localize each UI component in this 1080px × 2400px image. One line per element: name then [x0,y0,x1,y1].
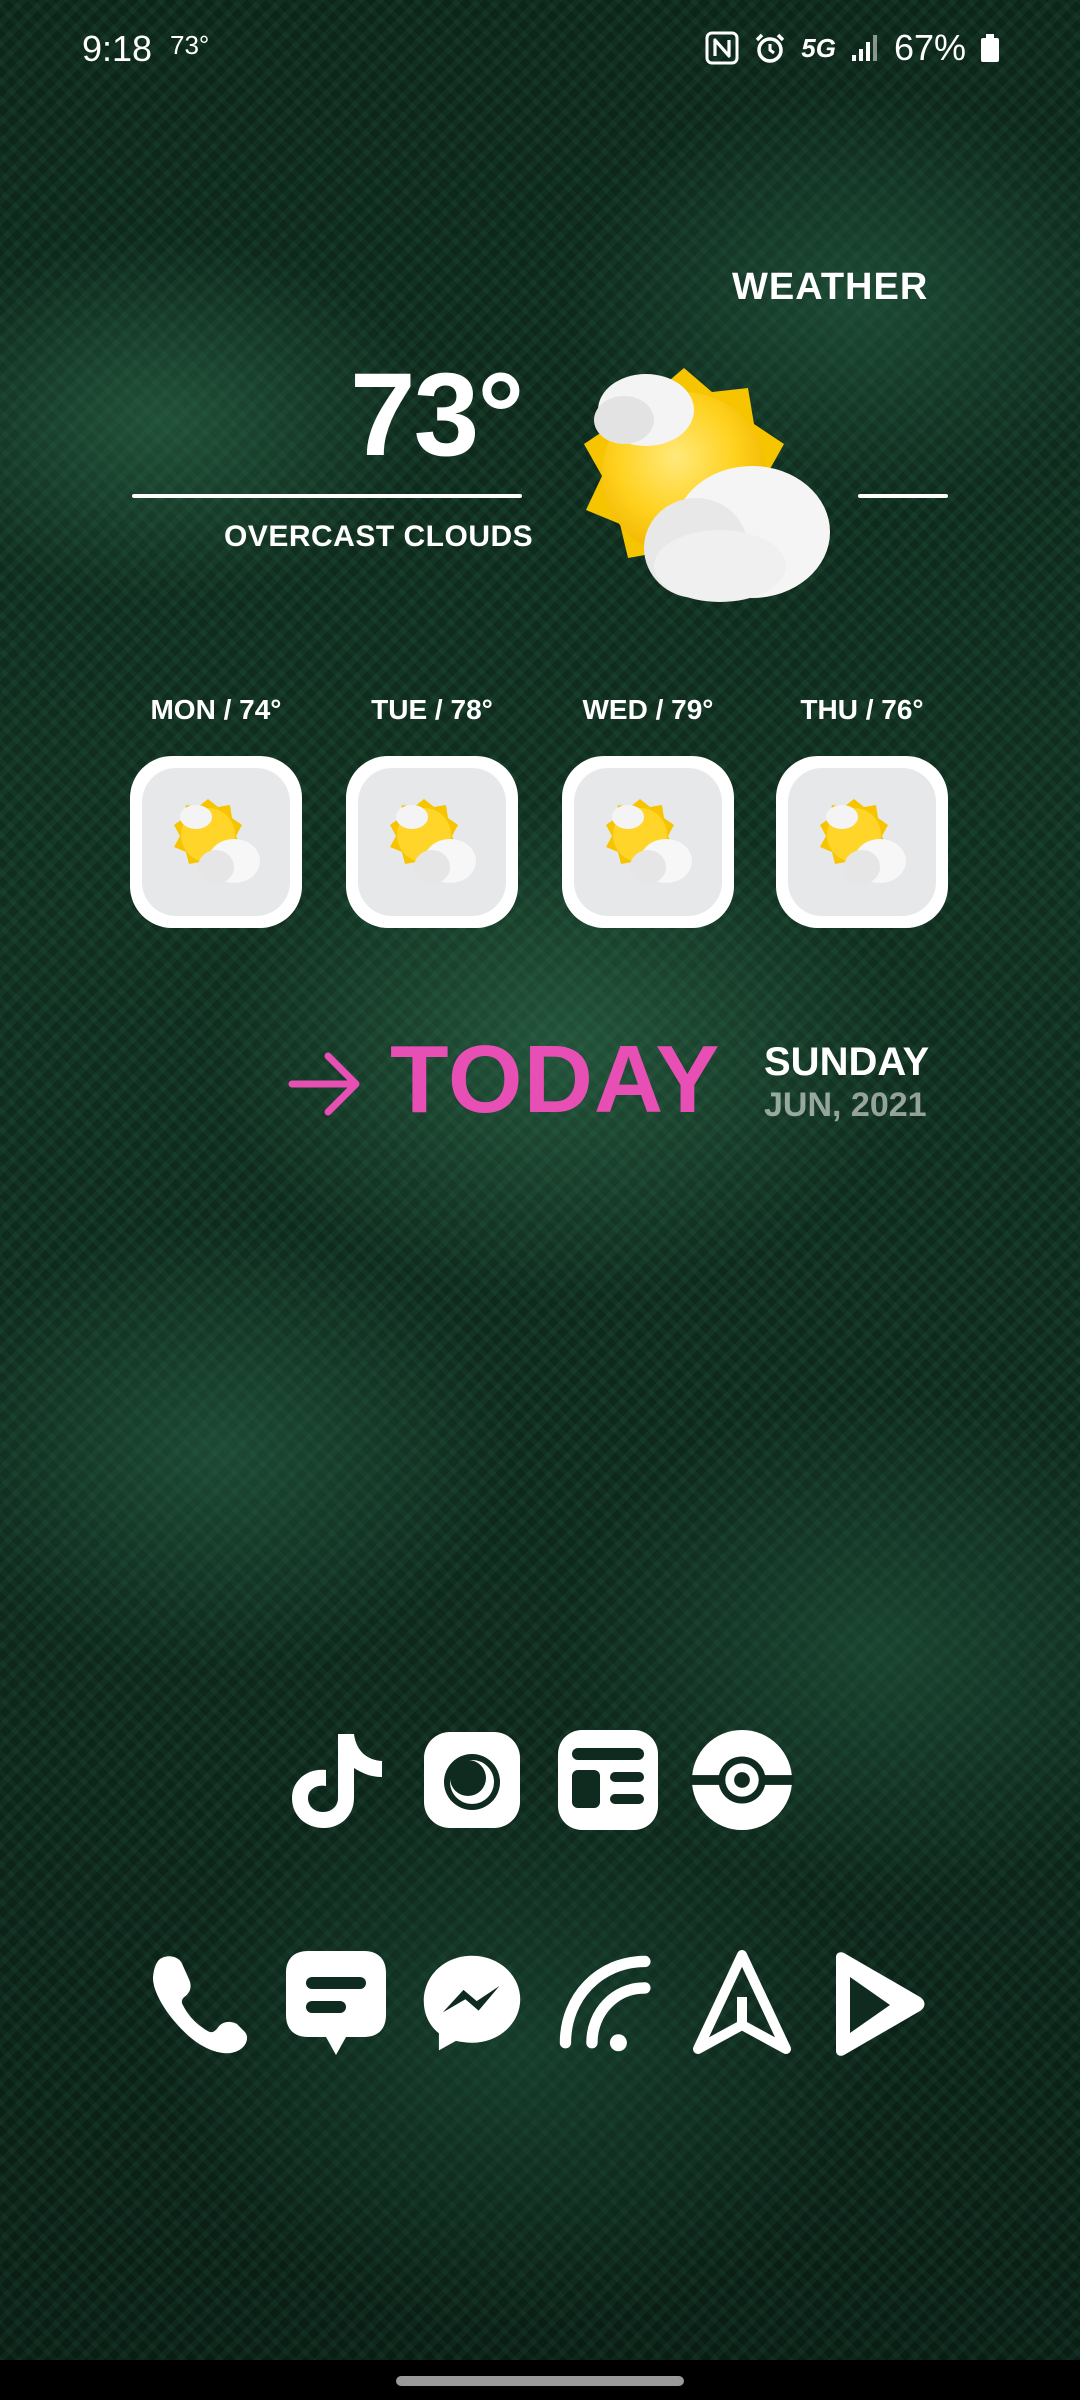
signal-icon [850,33,880,63]
arrow-right-icon [288,1048,364,1120]
clock: 9:18 [82,28,153,69]
5g-icon: 5G [801,32,836,63]
today-label: TODAY [390,1026,721,1133]
camera-icon[interactable] [420,1728,524,1832]
forecast-day: WED / 79° [562,690,734,928]
news-icon[interactable] [556,1728,660,1832]
partly-cloudy-icon [574,768,722,916]
messenger-icon[interactable] [420,1952,524,2056]
alarm-icon [753,31,787,65]
forecast-label: THU / 76° [800,694,924,725]
home-gesture-handle[interactable] [396,2376,684,2386]
messages-icon[interactable] [284,1951,388,2056]
weather-condition: OVERCAST CLOUDS [224,520,534,553]
widget-title: WEATHER [732,266,929,308]
partly-cloudy-icon [788,768,936,916]
forecast-label: MON / 74° [150,694,282,725]
divider [858,494,948,498]
forecast-label: WED / 79° [582,694,714,725]
arc-icon[interactable] [556,1952,660,2056]
tiktok-icon[interactable] [284,1728,388,1832]
status-bar: 9:18 73° 5G 67% [0,0,1080,96]
weekday: SUNDAY [764,1040,930,1084]
partly-cloudy-icon [566,356,836,606]
navigation-icon[interactable] [690,1950,794,2056]
forecast-row: MON / 74° TUE / 78° WED / 79° THU / 76° [130,690,950,940]
nfc-icon [705,31,739,65]
pokeball-icon[interactable] [690,1728,794,1832]
play-store-icon[interactable] [824,1952,928,2056]
navigation-bar [0,2360,1080,2400]
forecast-day: THU / 76° [776,690,948,928]
partly-cloudy-icon [142,768,290,916]
month-year: JUN, 2021 [764,1086,927,1124]
status-icons: 5G 67% [705,26,1000,70]
battery-percent: 67% [893,27,966,68]
divider [132,494,522,498]
forecast-day: MON / 74° [130,690,302,928]
partly-cloudy-icon [358,768,506,916]
current-temperature: 73° [350,349,524,481]
phone-icon[interactable] [146,1952,250,2056]
forecast-day: TUE / 78° [346,690,518,928]
battery-icon [980,33,1000,63]
status-temperature: 73° [170,30,210,60]
forecast-label: TUE / 78° [371,694,493,725]
